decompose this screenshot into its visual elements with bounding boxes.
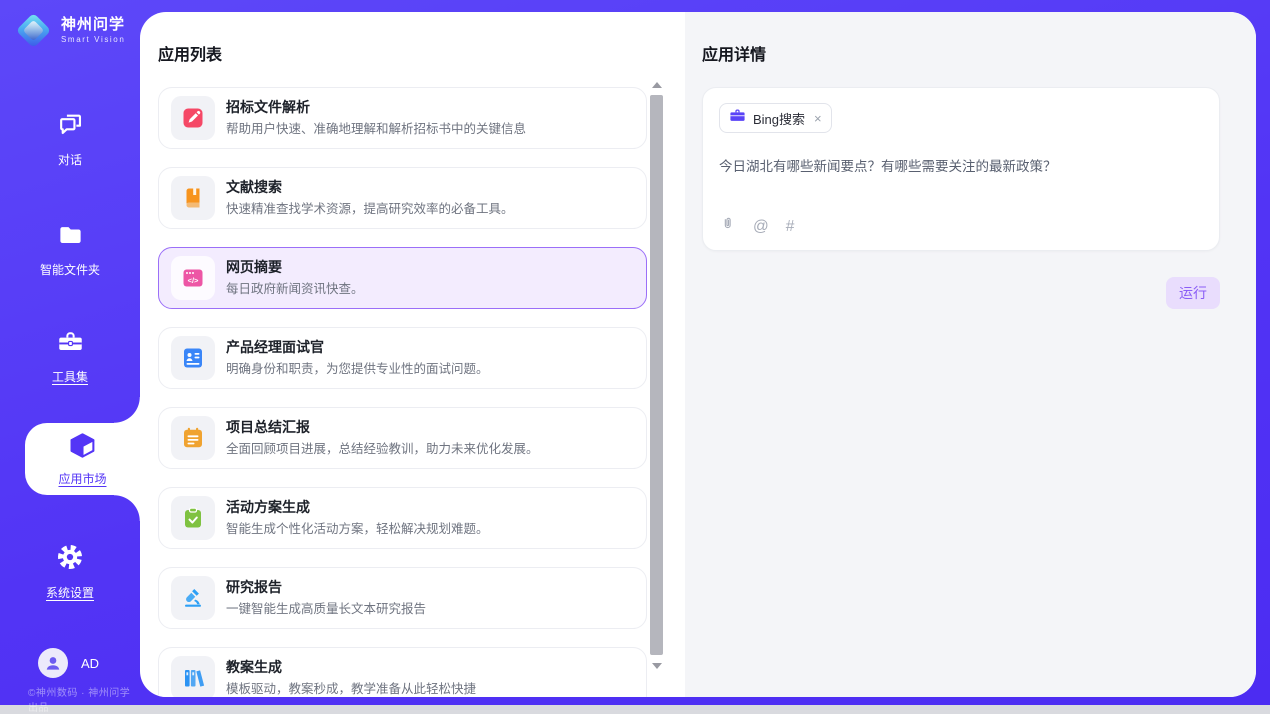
app-card-desc: 帮助用户快速、准确地理解和解析招标书中的关键信息	[226, 121, 526, 137]
app-card-desc: 智能生成个性化活动方案，轻松解决规划难题。	[226, 521, 489, 537]
app-card-title: 网页摘要	[226, 259, 364, 277]
composer-toolbar: @ #	[720, 216, 794, 237]
sidebar-item-label: 系统设置	[46, 584, 94, 601]
report-note-icon	[171, 416, 215, 460]
app-card-desc: 快速精准查找学术资源，提高研究效率的必备工具。	[226, 201, 514, 217]
sidebar-item-label: 工具集	[52, 368, 88, 385]
browser-code-icon: </>	[171, 256, 215, 300]
user-account[interactable]: AD	[38, 648, 99, 678]
briefcase-icon	[729, 107, 746, 129]
app-card-web-summary[interactable]: </> 网页摘要 每日政府新闻资讯快查。	[158, 247, 647, 309]
app-card-desc: 每日政府新闻资讯快查。	[226, 281, 364, 297]
edit-square-icon	[171, 96, 215, 140]
topic-icon[interactable]: #	[786, 218, 795, 236]
app-frame: 神州问学 Smart Vision 对话 智能文件夹	[0, 0, 1270, 705]
toolbox-icon	[57, 328, 84, 360]
sidebar-item-app-market[interactable]: 应用市场	[25, 423, 140, 495]
app-card-pm-interviewer[interactable]: 产品经理面试官 明确身份和职责，为您提供专业性的面试问题。	[158, 327, 647, 389]
app-card-desc: 明确身份和职责，为您提供专业性的面试问题。	[226, 361, 489, 377]
app-card-desc: 模板驱动，教案秒成，教学准备从此轻松快捷	[226, 681, 476, 697]
attach-icon[interactable]	[720, 216, 736, 237]
scroll-up-arrow-icon[interactable]	[652, 82, 662, 88]
app-list-panel: 应用列表 招标文件解析 帮助用户快速、准确地理解和解析招标书中的关键信息	[140, 12, 685, 697]
app-card-activity-plan[interactable]: 活动方案生成 智能生成个性化活动方案，轻松解决规划难题。	[158, 487, 647, 549]
brand-name: 神州问学	[61, 17, 125, 34]
user-name: AD	[81, 656, 99, 671]
brand-logo-icon	[16, 13, 51, 48]
copyright-text: ©神州数码 · 神州问学出品	[28, 684, 140, 714]
app-card-title: 活动方案生成	[226, 499, 489, 517]
app-card-bid-analysis[interactable]: 招标文件解析 帮助用户快速、准确地理解和解析招标书中的关键信息	[158, 87, 647, 149]
clipboard-check-icon	[171, 496, 215, 540]
tool-tag-label: Bing搜索	[753, 109, 805, 128]
scrollbar-thumb[interactable]	[650, 95, 663, 655]
tool-tag-bing-search[interactable]: Bing搜索 ×	[719, 103, 832, 133]
app-detail-title: 应用详情	[702, 41, 1220, 65]
microscope-icon	[171, 576, 215, 620]
books-icon	[171, 656, 215, 697]
app-card-research-report[interactable]: 研究报告 一键智能生成高质量长文本研究报告	[158, 567, 647, 629]
app-card-literature-search[interactable]: 文献搜索 快速精准查找学术资源，提高研究效率的必备工具。	[158, 167, 647, 229]
sidebar-item-label: 应用市场	[58, 470, 106, 487]
list-scrollbar[interactable]	[650, 80, 663, 671]
sidebar-item-toolset[interactable]: 工具集	[0, 328, 140, 385]
gear-icon	[56, 543, 84, 576]
app-list-title: 应用列表	[158, 41, 647, 65]
app-card-title: 教案生成	[226, 659, 476, 677]
app-card-title: 招标文件解析	[226, 99, 526, 117]
prompt-input[interactable]: 今日湖北有哪些新闻要点？有哪些需要关注的最新政策？	[719, 155, 1203, 175]
book-icon	[171, 176, 215, 220]
close-icon[interactable]: ×	[814, 111, 822, 126]
main-content: 应用列表 招标文件解析 帮助用户快速、准确地理解和解析招标书中的关键信息	[140, 12, 1256, 697]
svg-text:</>: </>	[188, 276, 199, 285]
run-button[interactable]: 运行	[1166, 277, 1220, 309]
brand-subtitle: Smart Vision	[61, 35, 125, 44]
folder-icon	[57, 221, 84, 253]
sidebar-item-settings[interactable]: 系统设置	[0, 543, 140, 601]
sidebar-item-label: 智能文件夹	[40, 261, 100, 278]
cube-icon	[68, 431, 97, 465]
resume-icon	[171, 336, 215, 380]
sidebar-item-label: 对话	[58, 151, 82, 168]
sidebar-item-smart-folder[interactable]: 智能文件夹	[0, 221, 140, 278]
app-card-desc: 全面回顾项目进展，总结经验教训，助力未来优化发展。	[226, 441, 539, 457]
app-card-project-summary[interactable]: 项目总结汇报 全面回顾项目进展，总结经验教训，助力未来优化发展。	[158, 407, 647, 469]
prompt-composer[interactable]: Bing搜索 × 今日湖北有哪些新闻要点？有哪些需要关注的最新政策？ @ #	[702, 87, 1220, 251]
app-card-title: 研究报告	[226, 579, 426, 597]
app-card-title: 文献搜索	[226, 179, 514, 197]
app-card-title: 项目总结汇报	[226, 419, 539, 437]
sidebar-item-chat[interactable]: 对话	[0, 111, 140, 168]
app-card-lesson-plan[interactable]: 教案生成 模板驱动，教案秒成，教学准备从此轻松快捷	[158, 647, 647, 697]
avatar	[38, 648, 68, 678]
app-detail-panel: 应用详情 Bing搜索 × 今日湖北	[685, 12, 1256, 697]
mention-icon[interactable]: @	[753, 218, 769, 236]
run-row: 运行	[702, 277, 1220, 309]
sidebar: 神州问学 Smart Vision 对话 智能文件夹	[0, 0, 140, 705]
app-card-desc: 一键智能生成高质量长文本研究报告	[226, 601, 426, 617]
app-list: 招标文件解析 帮助用户快速、准确地理解和解析招标书中的关键信息 文献搜索	[158, 87, 647, 697]
brand-logo: 神州问学 Smart Vision	[16, 13, 125, 48]
chat-icon	[57, 111, 84, 143]
scroll-down-arrow-icon[interactable]	[652, 663, 662, 669]
app-card-title: 产品经理面试官	[226, 339, 489, 357]
